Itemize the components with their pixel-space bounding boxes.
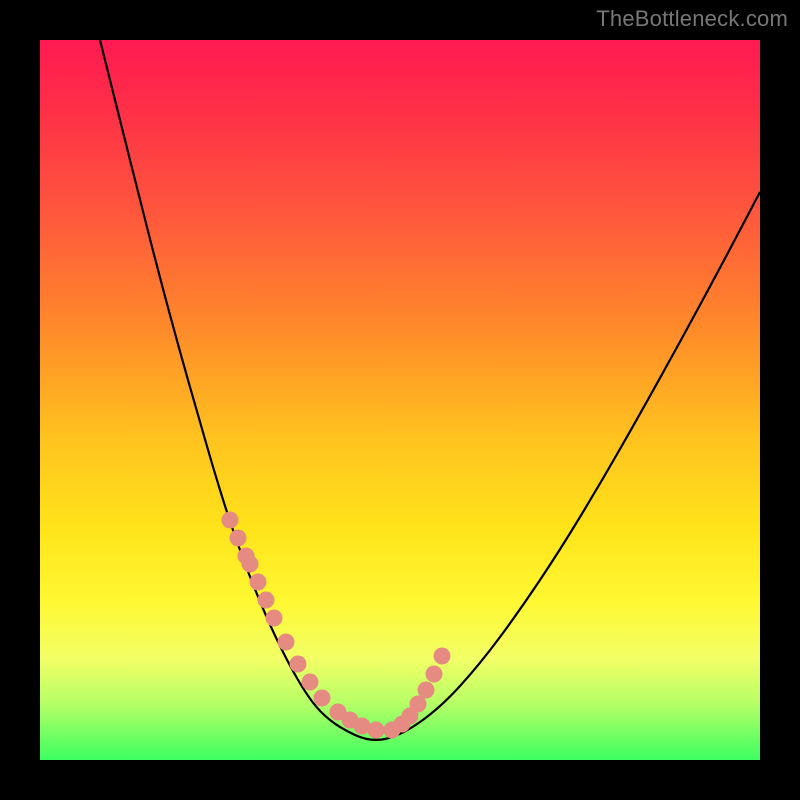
plot-area	[40, 40, 760, 760]
marker-point	[230, 530, 247, 547]
marker-point	[434, 648, 451, 665]
bottleneck-curve	[100, 40, 760, 740]
marker-point	[314, 690, 331, 707]
marker-point	[266, 610, 283, 627]
marker-point	[278, 634, 295, 651]
marker-point	[242, 556, 259, 573]
chart-frame: TheBottleneck.com	[0, 0, 800, 800]
marker-point	[290, 656, 307, 673]
marker-point	[426, 666, 443, 683]
watermark-text: TheBottleneck.com	[596, 6, 788, 32]
marker-point	[258, 592, 275, 609]
marker-group	[222, 512, 451, 739]
chart-svg	[40, 40, 760, 760]
marker-point	[418, 682, 435, 699]
marker-point	[302, 674, 319, 691]
marker-point	[368, 722, 385, 739]
marker-point	[250, 574, 267, 591]
marker-point	[222, 512, 239, 529]
